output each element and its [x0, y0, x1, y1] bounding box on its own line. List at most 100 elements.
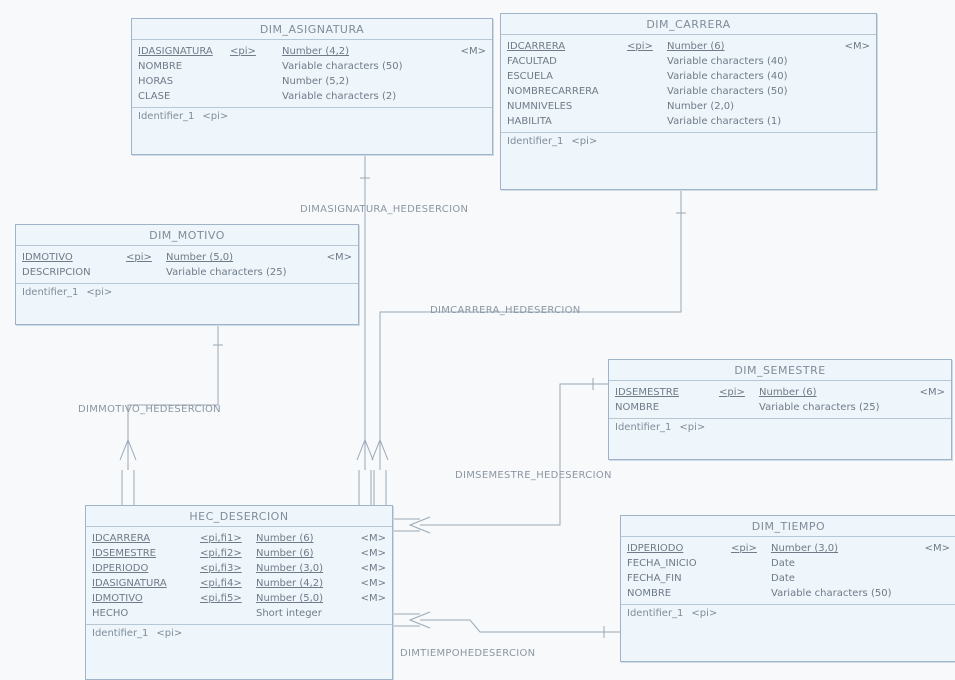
attribute-flag: <M> — [460, 46, 486, 57]
identifier-tag: <pi> — [691, 608, 718, 619]
entity-title: DIM_MOTIVO — [16, 225, 358, 246]
identifier-tag: <pi> — [571, 136, 598, 147]
attribute-name: FACULTAD — [507, 56, 557, 67]
identifier-tag: <pi> — [86, 287, 113, 298]
identifier-name: Identifier_1 — [507, 136, 564, 147]
attribute-flag — [827, 54, 870, 69]
attribute-name: IDCARRERA — [92, 533, 151, 544]
attribute-flag — [402, 89, 486, 104]
attribute-flag: <M> — [326, 252, 352, 263]
attribute-type: Number (2,0) — [667, 101, 735, 112]
attribute-type: Variable characters (50) — [771, 588, 892, 599]
entity-dim-tiempo[interactable]: DIM_TIEMPO IDPERIODO <pi> Number (3,0) <M> F… — [620, 515, 955, 662]
attribute-key — [627, 114, 667, 129]
attribute-key — [627, 99, 667, 114]
identifier-name: Identifier_1 — [138, 111, 195, 122]
attribute-key: <pi,fi2> — [200, 548, 242, 559]
attribute-type: Variable characters (25) — [166, 267, 287, 278]
attribute-key: <pi,fi5> — [200, 593, 242, 604]
attribute-row: FECHA_INICIO Date — [627, 556, 950, 571]
identifier-tag: <pi> — [156, 628, 183, 639]
attribute-list: IDCARRERA <pi,fi1> Number (6) <M> IDSEMESTRE… — [86, 527, 392, 624]
attribute-row: IDASIGNATURA <pi> Number (4,2) <M> — [138, 44, 486, 59]
attribute-key: <pi> — [719, 387, 745, 398]
attribute-name: IDASIGNATURA — [138, 46, 213, 57]
attribute-type: Number (5,0) — [166, 252, 234, 263]
attribute-type: Number (6) — [759, 387, 817, 398]
attribute-key — [230, 59, 282, 74]
attribute-type: Number (6) — [256, 548, 314, 559]
attribute-row: DESCRIPCION Variable characters (25) — [22, 265, 352, 280]
entity-hec-desercion[interactable]: HEC_DESERCION IDCARRERA <pi,fi1> Number (6… — [85, 505, 393, 680]
attribute-row: NOMBRECARRERA Variable characters (50) — [507, 84, 870, 99]
attribute-name: IDSEMESTRE — [92, 548, 156, 559]
attribute-key — [719, 400, 759, 415]
attribute-flag — [921, 586, 950, 601]
attribute-type: Number (6) — [667, 41, 725, 52]
attribute-flag — [402, 74, 486, 89]
entity-dim-asignatura[interactable]: DIM_ASIGNATURA IDASIGNATURA <pi> Number (4… — [131, 18, 493, 155]
attribute-type: Number (5,0) — [256, 593, 324, 604]
attribute-flag: <M> — [924, 543, 950, 554]
identifier-row: Identifier_1 <pi> — [132, 107, 492, 125]
relationship-label-carrera: DIMCARRERA_HEDESERCION — [430, 305, 581, 316]
attribute-row: IDSEMESTRE <pi,fi2> Number (6) <M> — [92, 546, 386, 561]
identifier-row: Identifier_1 <pi> — [609, 418, 951, 436]
attribute-type: Number (4,2) — [282, 46, 350, 57]
attribute-name: IDASIGNATURA — [92, 578, 167, 589]
attribute-name: IDMOTIVO — [92, 593, 143, 604]
entity-title: DIM_SEMESTRE — [609, 360, 951, 381]
attribute-row: ESCUELA Variable characters (40) — [507, 69, 870, 84]
attribute-row: IDMOTIVO <pi,fi5> Number (5,0) <M> — [92, 591, 386, 606]
identifier-tag: <pi> — [679, 422, 706, 433]
attribute-type: Number (5,2) — [282, 76, 350, 87]
attribute-key: <pi> — [731, 543, 757, 554]
attribute-list: IDSEMESTRE <pi> Number (6) <M> NOMBRE Variabl… — [609, 381, 951, 418]
attribute-key: <pi,fi4> — [200, 578, 242, 589]
entity-dim-semestre[interactable]: DIM_SEMESTRE IDSEMESTRE <pi> Number (6) <M>… — [608, 359, 952, 460]
entity-dim-motivo[interactable]: DIM_MOTIVO IDMOTIVO <pi> Number (5,0) <M> DE… — [15, 224, 359, 325]
attribute-flag: <M> — [360, 563, 386, 574]
attribute-name: NOMBRECARRERA — [507, 86, 599, 97]
semestre-link-line — [420, 383, 608, 526]
attribute-flag: <M> — [844, 41, 870, 52]
attribute-type: Variable characters (1) — [667, 116, 782, 127]
attribute-type: Variable characters (50) — [282, 61, 403, 72]
attribute-row: NOMBRE Variable characters (25) — [615, 400, 945, 415]
attribute-key — [230, 89, 282, 104]
attribute-row: NUMNIVELES Number (2,0) — [507, 99, 870, 114]
attribute-row: HECHO Short integer — [92, 606, 386, 621]
identifier-tag: <pi> — [202, 111, 229, 122]
attribute-flag — [827, 99, 870, 114]
attribute-key — [200, 606, 256, 621]
attribute-flag: <M> — [360, 548, 386, 559]
attribute-row: IDPERIODO <pi,fi3> Number (3,0) <M> — [92, 561, 386, 576]
attribute-name: HABILITA — [507, 116, 552, 127]
attribute-type: Variable characters (25) — [759, 402, 880, 413]
attribute-type: Number (4,2) — [256, 578, 324, 589]
attribute-key: <pi> — [627, 41, 653, 52]
attribute-type: Short integer — [256, 608, 322, 619]
attribute-flag: <M> — [919, 387, 945, 398]
attribute-type: Variable characters (50) — [667, 86, 788, 97]
attribute-name: IDPERIODO — [627, 543, 684, 554]
identifier-name: Identifier_1 — [627, 608, 684, 619]
attribute-key — [731, 586, 771, 601]
attribute-flag — [827, 69, 870, 84]
attribute-flag — [402, 59, 486, 74]
attribute-flag — [921, 556, 950, 571]
identifier-row: Identifier_1 <pi> — [16, 283, 358, 301]
relationship-label-tiempo: DIMTIEMPOHEDESERCION — [400, 648, 536, 659]
entity-title: DIM_TIEMPO — [621, 516, 955, 537]
attribute-name: NOMBRE — [627, 588, 672, 599]
attribute-flag: <M> — [360, 533, 386, 544]
attribute-row: NOMBRE Variable characters (50) — [627, 586, 950, 601]
attribute-name: ESCUELA — [507, 71, 553, 82]
attribute-row: IDCARRERA <pi> Number (6) <M> — [507, 39, 870, 54]
attribute-row: NOMBRE Variable characters (50) — [138, 59, 486, 74]
tiempo-link-line — [420, 619, 620, 633]
attribute-key: <pi,fi3> — [200, 563, 242, 574]
relationship-label-semestre: DIMSEMESTRE_HEDESERCION — [455, 470, 612, 481]
entity-dim-carrera[interactable]: DIM_CARRERA IDCARRERA <pi> Number (6) <M> FA… — [500, 13, 877, 190]
er-diagram: DIMASIGNATURA_HEDESERCION DIMCARRERA_HED… — [0, 0, 955, 680]
